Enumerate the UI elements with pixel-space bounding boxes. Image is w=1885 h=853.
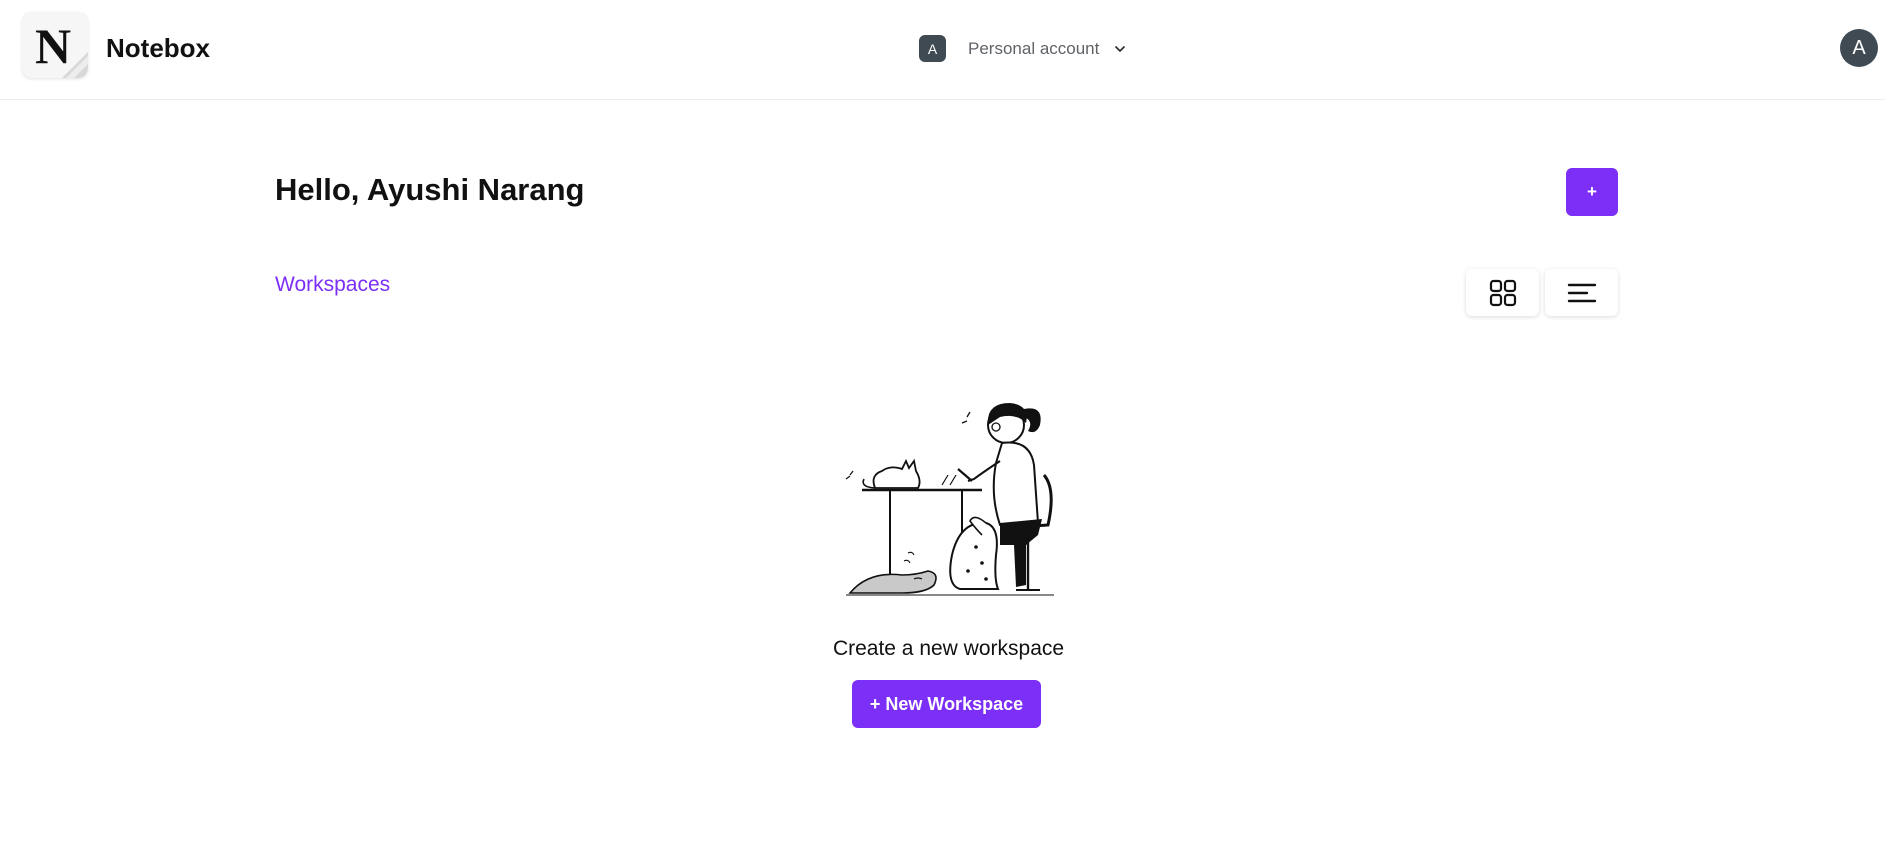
list-view-button[interactable] xyxy=(1545,269,1618,316)
grid-view-button[interactable] xyxy=(1466,269,1539,316)
page-greeting: Hello, Ayushi Narang xyxy=(275,172,585,207)
account-switcher[interactable]: A Personal account xyxy=(919,35,1127,62)
chevron-down-icon xyxy=(1115,45,1126,52)
empty-state-illustration xyxy=(830,395,1066,605)
logo-letter: N xyxy=(35,18,71,74)
empty-state-message-text: Create a new workspace xyxy=(832,637,1065,660)
top-navigation-bar: N Notebox A Personal account A xyxy=(0,0,1885,100)
add-button[interactable]: + xyxy=(1566,168,1618,216)
account-name: Personal account xyxy=(968,38,1100,58)
brand-name: Notebox xyxy=(106,33,210,63)
list-icon xyxy=(1567,283,1596,302)
notebox-logo[interactable]: N xyxy=(22,12,88,78)
grid-icon xyxy=(1489,279,1516,306)
user-avatar[interactable]: A xyxy=(1840,29,1878,67)
new-workspace-button[interactable]: + New Workspace xyxy=(852,680,1041,728)
empty-state-message: Create a new workspace xyxy=(0,637,1885,661)
workspaces-heading: Workspaces xyxy=(275,273,391,296)
account-badge: A xyxy=(919,35,946,62)
